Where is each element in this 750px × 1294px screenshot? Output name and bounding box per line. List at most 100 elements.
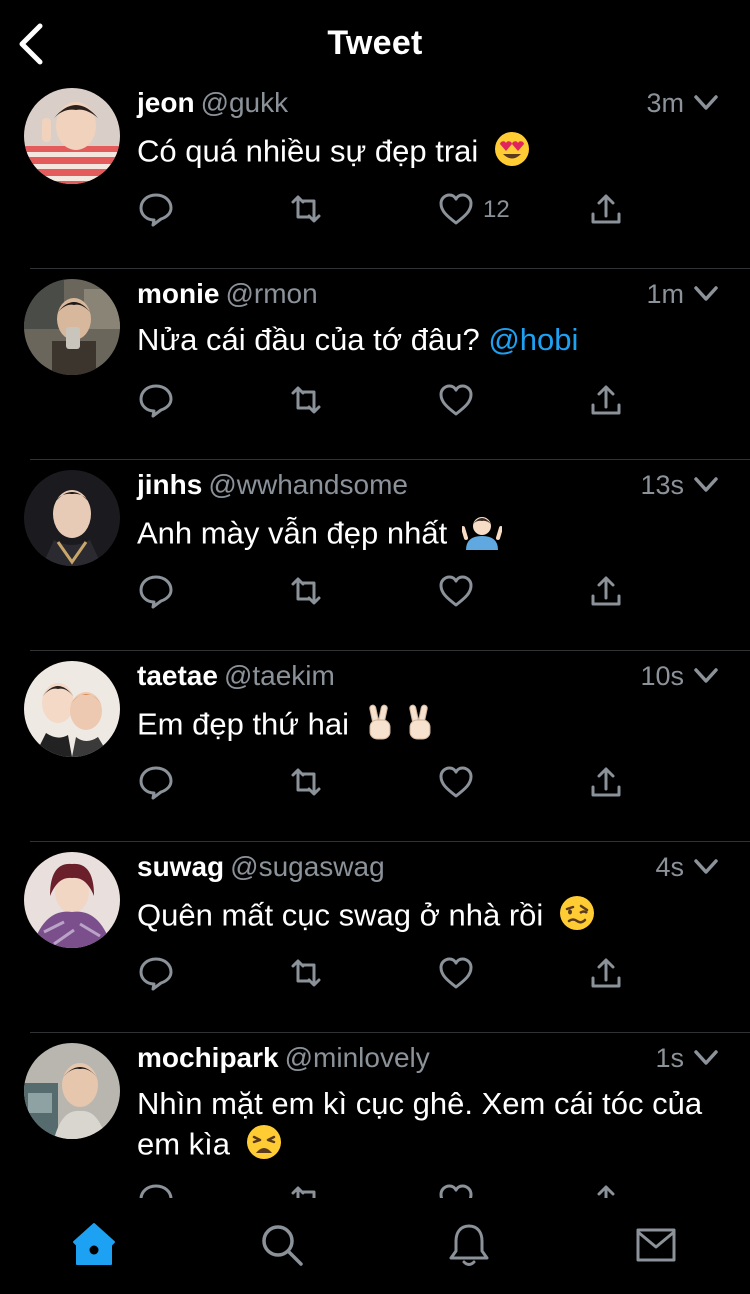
reply-button[interactable] <box>137 572 175 616</box>
author-handle: @taekim <box>223 660 335 691</box>
avatar[interactable] <box>24 470 120 566</box>
author-name[interactable]: monie <box>137 278 219 309</box>
reply-button[interactable] <box>137 381 175 425</box>
top-bar: Tweet <box>0 0 750 88</box>
share-button[interactable] <box>587 763 625 807</box>
share-icon <box>591 385 621 415</box>
timestamp: 13s <box>640 470 684 500</box>
mail-icon <box>636 1228 676 1262</box>
heart-icon <box>439 957 473 989</box>
reply-icon <box>139 575 173 609</box>
page-title: Tweet <box>327 24 423 62</box>
search-icon <box>262 1225 303 1266</box>
retweet-icon <box>291 959 321 987</box>
like-button[interactable] <box>437 954 475 998</box>
like-button[interactable] <box>437 572 475 616</box>
tab-messages[interactable] <box>631 1220 681 1270</box>
tweet-actions <box>137 763 637 807</box>
share-icon <box>597 1185 615 1198</box>
share-icon <box>591 576 621 606</box>
tweet-item[interactable]: suwag @sugaswag 4s Quên mất cục swag ở nh… <box>0 842 750 1033</box>
tweet-item[interactable]: mochipark @minlovely 1s Nhìn mặt em kì cụ… <box>0 1033 750 1198</box>
avatar[interactable] <box>24 279 120 375</box>
share-button[interactable] <box>587 190 625 234</box>
tweet-text: Quên mất cục swag ở nhà rồi <box>137 894 717 941</box>
author-handle: @sugaswag <box>230 851 385 882</box>
tweet-actions <box>137 381 637 425</box>
reply-icon <box>139 1184 173 1198</box>
reply-button[interactable] <box>137 1181 175 1198</box>
share-button[interactable] <box>587 572 625 616</box>
tweet-text: Nhìn mặt em kì cục ghê. Xem cái tóc của … <box>137 1085 717 1170</box>
timestamp: 10s <box>640 661 684 691</box>
tweet-item[interactable]: monie @rmon 1m Nửa cái đầu của tớ đâu? @h… <box>0 269 750 460</box>
reply-button[interactable] <box>137 190 175 234</box>
retweet-button[interactable] <box>287 190 325 234</box>
like-button[interactable] <box>437 763 475 807</box>
avatar[interactable] <box>24 1043 120 1139</box>
chevron-down-icon[interactable] <box>692 474 720 496</box>
like-count: 12 <box>483 196 510 223</box>
chevron-down-icon[interactable] <box>692 283 720 305</box>
timestamp: 1m <box>646 279 684 309</box>
bell-icon <box>449 1224 489 1266</box>
share-button[interactable] <box>587 954 625 998</box>
like-button[interactable] <box>437 381 475 425</box>
reply-button[interactable] <box>137 763 175 807</box>
weary-face-emoji <box>245 1123 283 1170</box>
timestamp: 4s <box>655 852 684 882</box>
tweet-actions <box>137 954 637 998</box>
avatar[interactable] <box>24 661 120 757</box>
retweet-button[interactable] <box>287 572 325 616</box>
share-icon <box>591 194 621 224</box>
reply-icon <box>139 193 173 227</box>
like-button[interactable] <box>437 1181 475 1198</box>
avatar[interactable] <box>24 88 120 184</box>
tweet-text: Em đẹp thứ hai <box>137 703 717 750</box>
author-name[interactable]: mochipark <box>137 1042 279 1073</box>
woozy-face-emoji <box>558 894 596 941</box>
retweet-button[interactable] <box>287 1181 325 1198</box>
chevron-down-icon[interactable] <box>692 856 720 878</box>
tweet-text: Anh mày vẫn đẹp nhất <box>137 512 717 559</box>
timestamp: 3m <box>646 88 684 118</box>
author-handle: @minlovely <box>284 1042 430 1073</box>
like-button[interactable]: 12 <box>437 190 510 234</box>
reply-icon <box>139 957 173 991</box>
author-name[interactable]: jeon <box>137 87 195 118</box>
tab-notifications[interactable] <box>444 1220 494 1270</box>
author-name[interactable]: suwag <box>137 851 224 882</box>
chevron-down-icon[interactable] <box>692 665 720 687</box>
author-handle: @rmon <box>225 278 318 309</box>
tweet-item[interactable]: taetae @taekim 10s Em đẹp thứ hai <box>0 651 750 842</box>
reply-icon <box>139 384 173 418</box>
retweet-button[interactable] <box>287 954 325 998</box>
tab-search[interactable] <box>257 1220 307 1270</box>
retweet-icon <box>291 1186 316 1198</box>
tweet-item[interactable]: jeon @gukk 3m Có quá nhiều sự đẹp trai 12 <box>0 78 750 269</box>
author-handle: @gukk <box>200 87 289 118</box>
heart-icon <box>439 1184 473 1198</box>
timestamp: 1s <box>655 1043 684 1073</box>
tweet-item[interactable]: jinhs @wwhandsome 13s Anh mày vẫn đẹp nhấ… <box>0 460 750 651</box>
chevron-down-icon[interactable] <box>692 1047 720 1069</box>
share-icon <box>591 767 621 797</box>
share-button[interactable] <box>587 381 625 425</box>
retweet-button[interactable] <box>287 763 325 807</box>
tweet-text: Nửa cái đầu của tớ đâu? @hobi <box>137 322 579 357</box>
share-button[interactable] <box>587 1181 625 1198</box>
tweet-feed[interactable]: jeon @gukk 3m Có quá nhiều sự đẹp trai 12 <box>0 78 750 1198</box>
author-name[interactable]: jinhs <box>137 469 202 500</box>
avatar[interactable] <box>24 852 120 948</box>
share-icon <box>591 958 621 988</box>
reply-button[interactable] <box>137 954 175 998</box>
home-icon <box>73 1223 115 1265</box>
chevron-down-icon[interactable] <box>692 92 720 114</box>
author-name[interactable]: taetae <box>137 660 218 691</box>
tweet-actions: 12 <box>137 190 637 234</box>
shrug-emoji <box>460 512 503 559</box>
heart-icon <box>439 766 473 798</box>
mention-link[interactable]: @hobi <box>488 322 578 357</box>
tab-home[interactable] <box>69 1220 119 1270</box>
retweet-button[interactable] <box>287 381 325 425</box>
